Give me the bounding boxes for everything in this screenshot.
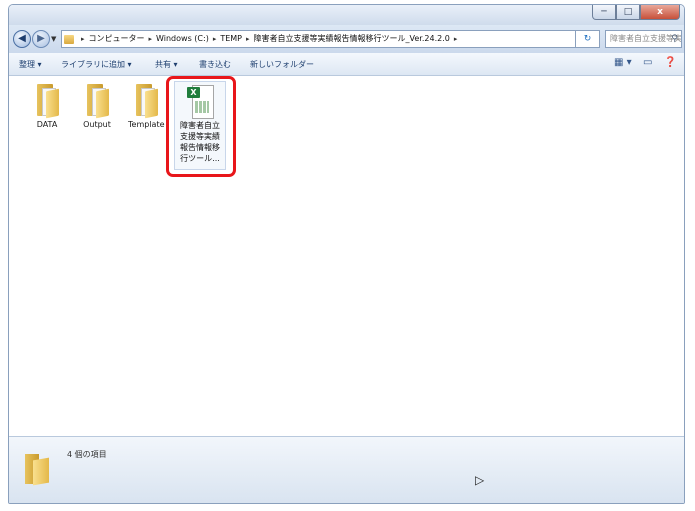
help-icon[interactable]: ❓	[664, 57, 676, 68]
breadcrumb-tool-folder[interactable]: 障害者自立支援等実績報告情報移行ツール_Ver.24.2.0	[254, 31, 450, 47]
add-to-library-button[interactable]: ライブラリに追加 ▾	[61, 59, 132, 70]
minimize-button[interactable]: ─	[592, 5, 616, 20]
search-input[interactable]: 障害者自立支援等実... ⚲	[605, 30, 682, 48]
caption-buttons: ─ □ x	[592, 5, 680, 21]
forward-button[interactable]: ▶	[32, 30, 50, 48]
breadcrumb-temp[interactable]: TEMP	[220, 31, 242, 47]
preview-pane-icon[interactable]: ▭	[643, 57, 652, 68]
share-button[interactable]: 共有 ▾	[155, 59, 178, 70]
breadcrumb-separator[interactable]: ▸	[213, 31, 217, 47]
folder-item-template[interactable]: Template	[120, 82, 172, 129]
file-list[interactable]: DATA Output Template	[9, 76, 684, 436]
folder-icon	[64, 34, 74, 44]
mouse-cursor-icon: ▷	[475, 473, 485, 487]
folder-item-output[interactable]: Output	[71, 82, 123, 129]
explorer-window: ─ □ x ◀ ▶ ▼ ▸ コンピューター ▸ Windows (C:) ▸ T…	[8, 4, 685, 504]
breadcrumb-separator[interactable]: ▸	[454, 31, 458, 47]
highlight-box	[166, 76, 236, 177]
title-bar[interactable]: ─ □ x	[9, 5, 684, 25]
breadcrumb-computer[interactable]: コンピューター	[89, 31, 145, 47]
maximize-button[interactable]: □	[616, 5, 640, 20]
change-view-button[interactable]: ▦ ▾	[614, 57, 632, 68]
file-name: Template	[128, 120, 165, 129]
search-icon[interactable]: ⚲	[671, 31, 678, 47]
refresh-icon: ↻	[583, 34, 592, 44]
folder-icon	[133, 82, 159, 119]
command-toolbar: 整理 ▾ ライブラリに追加 ▾ 共有 ▾ 書き込む 新しいフォルダー ▦ ▾ ▭…	[9, 53, 684, 76]
folder-icon	[84, 82, 110, 119]
refresh-button[interactable]: ↻	[576, 30, 600, 48]
burn-button[interactable]: 書き込む	[199, 59, 231, 70]
address-bar[interactable]: ▸ コンピューター ▸ Windows (C:) ▸ TEMP ▸ 障害者自立支…	[61, 30, 576, 48]
breadcrumb-drive[interactable]: Windows (C:)	[156, 31, 209, 47]
back-button[interactable]: ◀	[13, 30, 31, 48]
address-row: ◀ ▶ ▼ ▸ コンピューター ▸ Windows (C:) ▸ TEMP ▸ …	[9, 25, 684, 53]
breadcrumb-separator[interactable]: ▸	[246, 31, 250, 47]
folder-icon	[34, 82, 60, 119]
new-folder-button[interactable]: 新しいフォルダー	[250, 59, 314, 70]
file-name: DATA	[36, 120, 58, 129]
item-count: 4 個の項目	[67, 450, 107, 459]
organize-button[interactable]: 整理 ▾	[19, 59, 42, 70]
close-button[interactable]: x	[640, 5, 680, 20]
breadcrumb-separator[interactable]: ▸	[81, 31, 85, 47]
details-pane: 4 個の項目	[9, 436, 684, 503]
folder-item-data[interactable]: DATA	[21, 82, 73, 129]
breadcrumb-separator[interactable]: ▸	[149, 31, 153, 47]
folder-icon	[25, 454, 51, 486]
file-name: Output	[83, 120, 111, 129]
recent-pages-dropdown[interactable]: ▼	[51, 35, 56, 43]
